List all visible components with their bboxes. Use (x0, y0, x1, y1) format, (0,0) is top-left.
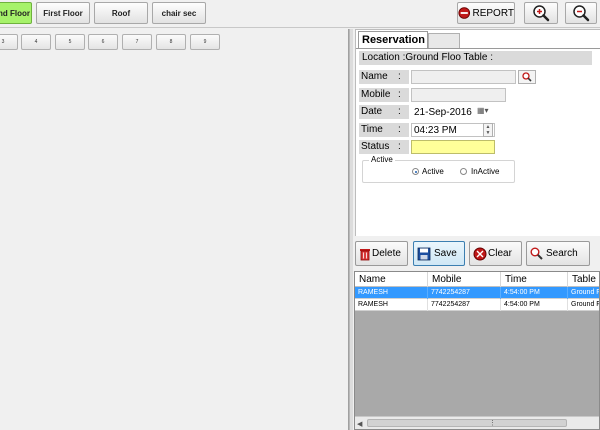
active-group-title: Active (369, 155, 395, 164)
zoom-in-button[interactable] (524, 2, 558, 24)
name-search-button[interactable] (518, 70, 536, 84)
clear-icon (473, 247, 487, 260)
cell-mobile: 7742254287 (428, 287, 501, 299)
scroll-left-icon[interactable]: ◀ (357, 420, 362, 428)
top-toolbar: nd Floor First Floor Roof chair sec REPO… (0, 0, 600, 28)
clear-label: Clear (488, 248, 512, 259)
table-button[interactable]: 4 (21, 34, 51, 50)
radio-active[interactable] (412, 168, 419, 175)
search-icon (522, 72, 532, 82)
cell-name: RAMESH (355, 299, 428, 311)
tab-divider (356, 48, 600, 49)
mobile-field[interactable] (411, 88, 506, 102)
time-label: Time (359, 123, 409, 137)
floor-tab-ground-floor[interactable]: nd Floor (0, 2, 32, 24)
mobile-colon: : (398, 89, 401, 100)
save-button[interactable]: Save (413, 241, 465, 266)
cell-table: Ground F (568, 287, 599, 299)
delete-button[interactable]: Delete (355, 241, 408, 266)
floor-tab-roof[interactable]: Roof (94, 2, 148, 24)
tab-reservation[interactable]: Reservation (358, 31, 428, 48)
grid-header: Name Mobile Time Table L (355, 272, 599, 287)
cell-time: 4:54:00 PM (501, 287, 568, 299)
search-label: Search (546, 248, 578, 259)
radio-inactive[interactable] (460, 168, 467, 175)
cell-mobile: 7742254287 (428, 299, 501, 311)
clear-button[interactable]: Clear (469, 241, 522, 266)
horizontal-scrollbar[interactable]: ◀ ⋮ (355, 416, 599, 429)
location-label: Location :Ground Floo Table : (359, 51, 592, 65)
floor-tab-first-floor[interactable]: First Floor (36, 2, 90, 24)
save-icon (417, 247, 431, 260)
zoom-in-icon (533, 5, 550, 22)
cell-time: 4:54:00 PM (501, 299, 568, 311)
column-header-name[interactable]: Name (355, 272, 428, 287)
name-label: Name (359, 70, 409, 84)
reservation-panel: Reservation Location :Ground Floo Table … (355, 29, 600, 236)
cell-table: Ground F (568, 299, 599, 311)
column-header-time[interactable]: Time (501, 272, 568, 287)
radio-inactive-label: InActive (471, 167, 500, 176)
time-spinner[interactable]: ▲ ▼ (483, 123, 493, 137)
calendar-dropdown-icon[interactable]: ▦▾ (477, 106, 491, 118)
table-row[interactable]: RAMESH 7742254287 4:54:00 PM Ground F (355, 287, 599, 299)
zoom-out-icon (573, 5, 590, 22)
scroll-grip-icon: ⋮ (489, 420, 496, 427)
search-button[interactable]: Search (526, 241, 590, 266)
name-field[interactable] (411, 70, 516, 84)
radio-active-label: Active (422, 167, 444, 176)
zoom-out-button[interactable] (565, 2, 597, 24)
report-label: REPORT (472, 7, 515, 19)
table-button[interactable]: 5 (55, 34, 85, 50)
status-field[interactable] (411, 140, 495, 154)
date-colon: : (398, 106, 401, 117)
splitter[interactable] (349, 29, 353, 430)
reservation-grid: Name Mobile Time Table L RAMESH 77422542… (354, 271, 600, 430)
table-button[interactable]: 7 (122, 34, 152, 50)
table-button[interactable]: 9 (190, 34, 220, 50)
column-header-table[interactable]: Table L (568, 272, 599, 287)
search-icon (530, 247, 543, 260)
scrollbar-thumb[interactable] (367, 419, 567, 427)
date-label: Date (359, 105, 409, 119)
column-header-mobile[interactable]: Mobile (428, 272, 501, 287)
report-button[interactable]: REPORT (457, 2, 515, 24)
status-colon: : (398, 141, 401, 152)
tab-secondary[interactable] (428, 33, 460, 48)
table-button[interactable]: 8 (156, 34, 186, 50)
cell-name: RAMESH (355, 287, 428, 299)
trash-icon (360, 248, 370, 260)
delete-label: Delete (372, 248, 401, 259)
mobile-label: Mobile (359, 88, 409, 102)
status-label: Status (359, 140, 409, 154)
table-button[interactable]: 3 (0, 34, 18, 50)
time-colon: : (398, 124, 401, 135)
table-button[interactable]: 6 (88, 34, 118, 50)
active-group: Active Active InActive (362, 155, 515, 183)
floor-layout-panel: 3 4 5 6 7 8 9 (0, 29, 349, 430)
name-colon: : (398, 71, 401, 82)
floor-tab-chair-sec[interactable]: chair sec (152, 2, 206, 24)
save-label: Save (434, 248, 457, 259)
table-row[interactable]: RAMESH 7742254287 4:54:00 PM Ground F (355, 299, 599, 311)
report-icon (458, 7, 471, 19)
